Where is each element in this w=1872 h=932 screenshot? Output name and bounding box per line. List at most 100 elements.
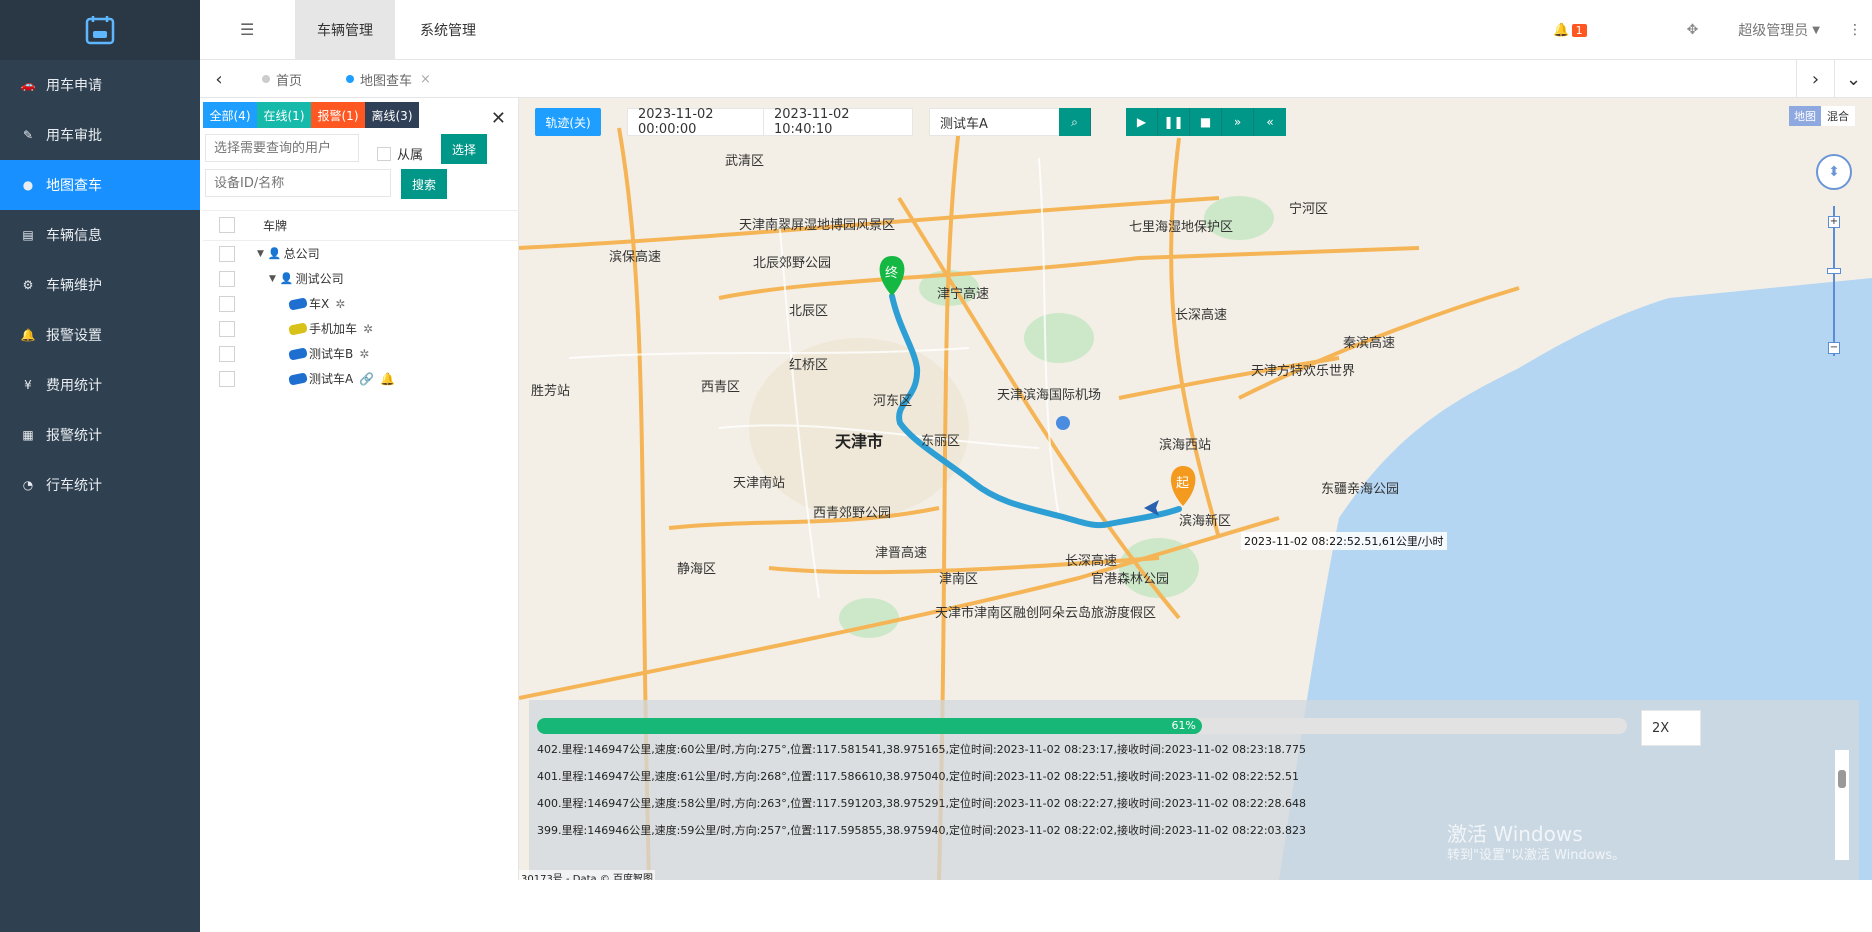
gear-icon: ⚙	[22, 278, 34, 292]
caret-down-icon[interactable]: ▼	[269, 274, 276, 284]
fast-forward-icon[interactable]: »	[1222, 108, 1254, 136]
sidebar-item-1[interactable]: ✎ 用车审批	[0, 110, 200, 160]
filter-offline-button[interactable]: 离线(3)	[365, 102, 419, 128]
filter-online-button[interactable]: 在线(1)	[257, 102, 311, 128]
log-scrollbar[interactable]	[1835, 750, 1849, 860]
menu-collapse-icon[interactable]: ☰	[240, 20, 260, 40]
tab-next-arrow-icon[interactable]: ›	[1796, 60, 1834, 98]
speed-select[interactable]: 2X	[1641, 710, 1701, 746]
checkbox[interactable]	[219, 270, 235, 287]
checkbox[interactable]	[219, 245, 235, 262]
map-place-label: 天津市津南区融创阿朵云岛旅游度假区	[935, 606, 1157, 621]
tab-home[interactable]: 首页	[262, 60, 302, 98]
tab-bar: ‹ 首页 地图查车 × › ⌄	[200, 60, 1872, 98]
more-vertical-icon[interactable]: ⋮	[1848, 22, 1862, 38]
tree-row[interactable]: 测试车B ✲	[203, 341, 519, 366]
device-search-input[interactable]	[205, 169, 391, 197]
tree-label: 测试车B	[309, 347, 354, 361]
map-type-hybrid[interactable]: 混合	[1821, 106, 1855, 126]
sidebar-item-4[interactable]: ⚙ 车辆维护	[0, 260, 200, 310]
play-icon[interactable]: ▶	[1126, 108, 1158, 136]
offline-status-icon: ✲	[359, 346, 370, 361]
map-view[interactable]: 终 起 2023-11-02 08:22:52.51,61公里/小时 天津市 滨海…	[519, 98, 1872, 880]
sidebar-item-5[interactable]: 🔔 报警设置	[0, 310, 200, 360]
track-toggle-button[interactable]: 轨迹(关)	[535, 108, 601, 136]
tree-row[interactable]: 车X ✲	[203, 291, 519, 316]
map-attribution: 30173号 - Data © 百度智图	[519, 870, 656, 880]
user-menu[interactable]: 超级管理员 ▼	[1738, 20, 1820, 40]
vehicle-panel: 全部(4) 在线(1) 报警(1) 离线(3) ✕ 从属 选择 搜索 车牌 ▼👤…	[203, 98, 519, 880]
sidebar-item-0[interactable]: 🚗 用车申请	[0, 60, 200, 110]
map-place-label: 天津市	[835, 432, 884, 451]
offline-status-icon: ✲	[363, 321, 374, 336]
checkbox[interactable]	[219, 295, 235, 312]
progress-bar[interactable]: 61%	[537, 718, 1627, 734]
sidebar-item-3[interactable]: ▤ 车辆信息	[0, 210, 200, 260]
map-place-label: 天津南翠屏湿地博园风景区	[739, 218, 896, 233]
start-time-input[interactable]: 2023-11-02 00:00:00	[627, 107, 777, 137]
select-all-checkbox[interactable]	[219, 217, 235, 233]
map-place-label: 津宁高速	[937, 287, 990, 302]
map-place-label: 天津滨海国际机场	[997, 388, 1102, 403]
tab-prev-arrow-icon[interactable]: ‹	[200, 60, 238, 98]
filter-alarm-button[interactable]: 报警(1)	[311, 102, 365, 128]
close-icon[interactable]: ✕	[491, 108, 506, 129]
start-marker-label: 起	[1176, 476, 1190, 491]
company-icon: 👤	[267, 247, 282, 260]
pan-control-icon[interactable]: ⬍	[1816, 154, 1852, 190]
map-place-label: 滨海西站	[1159, 438, 1212, 453]
tree-label: 车X	[309, 297, 330, 311]
map-type-normal[interactable]: 地图	[1789, 106, 1821, 126]
tree-row[interactable]: ▼ 👤 测试公司	[203, 266, 519, 291]
zoom-handle[interactable]	[1827, 268, 1841, 274]
tab-label: 地图查车	[360, 73, 413, 89]
filter-all-button[interactable]: 全部(4)	[203, 102, 257, 128]
tab-close-icon[interactable]: ×	[420, 72, 431, 87]
search-icon[interactable]: ⌕	[1059, 108, 1091, 136]
checkbox[interactable]	[219, 320, 235, 337]
scroll-thumb[interactable]	[1838, 770, 1846, 788]
tree-row[interactable]: 测试车A 🔗 🔔	[203, 366, 519, 391]
map-place-label: 北辰郊野公园	[753, 256, 832, 271]
sidebar-item-7[interactable]: ▦ 报警统计	[0, 410, 200, 460]
nav-vehicle-management[interactable]: 车辆管理	[295, 0, 395, 60]
select-button[interactable]: 选择	[441, 134, 487, 164]
notification-count: 1	[1571, 23, 1587, 37]
sidebar-item-label: 车辆信息	[46, 228, 102, 244]
notification-bell[interactable]: 🔔 1	[1553, 23, 1587, 38]
tab-menu-chevron-icon[interactable]: ⌄	[1834, 60, 1872, 98]
zoom-out-icon[interactable]: −	[1828, 342, 1840, 354]
nav-system-management[interactable]: 系统管理	[398, 0, 498, 60]
sidebar-item-8[interactable]: ◔ 行车统计	[0, 460, 200, 510]
stop-icon[interactable]: ■	[1190, 108, 1222, 136]
pause-icon[interactable]: ❚❚	[1158, 108, 1190, 136]
vehicle-icon	[288, 346, 308, 361]
vehicle-input[interactable]: 测试车A	[929, 108, 1077, 136]
subordinate-checkbox[interactable]: 从属	[377, 144, 423, 163]
sidebar-item-2[interactable]: ● 地图查车	[0, 160, 200, 210]
sidebar: 🚗 用车申请 ✎ 用车审批 ● 地图查车 ▤ 车辆信息 ⚙ 车辆维护 🔔 报警设置 ¥ 费用统计 ▦ 报警统计…	[0, 0, 200, 932]
map-place-label: 官港森林公园	[1091, 572, 1170, 587]
search-button[interactable]: 搜索	[401, 169, 447, 199]
tab-map-query[interactable]: 地图查车 ×	[346, 60, 431, 98]
end-time-input[interactable]: 2023-11-02 10:40:10	[763, 107, 913, 137]
sidebar-item-label: 用车申请	[46, 78, 102, 94]
sidebar-item-6[interactable]: ¥ 费用统计	[0, 360, 200, 410]
tree-row[interactable]: 手机加车 ✲	[203, 316, 519, 341]
zoom-in-icon[interactable]: +	[1828, 216, 1840, 228]
log-line: 402.里程:146947公里,速度:60公里/时,方向:275°,位置:117…	[537, 743, 1307, 756]
caret-down-icon[interactable]: ▼	[257, 249, 264, 259]
tab-dot	[346, 75, 354, 83]
map-place-label: 静海区	[677, 562, 717, 577]
zoom-slider[interactable]: + −	[1827, 206, 1841, 356]
car-calendar-icon	[85, 16, 115, 45]
username: 超级管理员	[1738, 23, 1809, 39]
user-select-input[interactable]	[205, 134, 359, 162]
windows-watermark-sub: 转到"设置"以激活 Windows。	[1447, 848, 1626, 863]
tree-row[interactable]: ▼ 👤 总公司	[203, 241, 519, 266]
rewind-icon[interactable]: «	[1254, 108, 1286, 136]
move-icon[interactable]: ✥	[1687, 22, 1699, 38]
checkbox[interactable]	[219, 345, 235, 362]
checkbox[interactable]	[377, 146, 391, 161]
checkbox[interactable]	[219, 370, 235, 387]
